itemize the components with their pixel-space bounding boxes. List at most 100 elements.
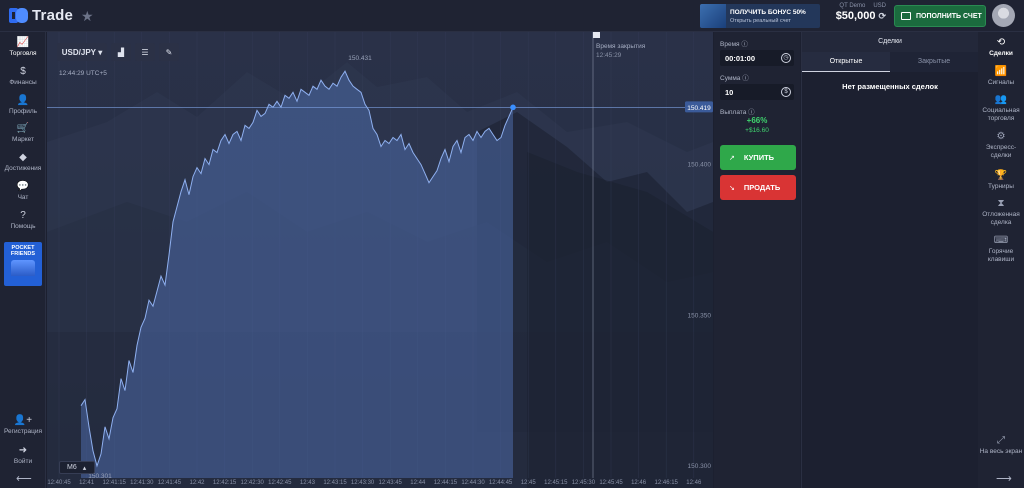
arrow-down-icon: ↘ bbox=[729, 184, 735, 192]
sell-button[interactable]: ↘ ПРОДАТЬ bbox=[720, 175, 796, 200]
deposit-button[interactable]: ПОПОЛНИТЬ СЧЕТ bbox=[894, 5, 986, 27]
close-time-value: 12:45:29 bbox=[596, 52, 622, 59]
nav-item-help[interactable]: ? Помощь bbox=[0, 210, 46, 230]
clock-icon[interactable]: ◷ bbox=[781, 53, 791, 63]
time-label: Время ⓘ bbox=[720, 41, 748, 48]
collapse-arrow-icon[interactable]: ⟵ bbox=[16, 472, 32, 485]
x-tick-label: 12:42:45 bbox=[268, 480, 292, 486]
brush-icon: ✎ bbox=[165, 47, 173, 57]
expand-arrow-icon[interactable]: ⟶ bbox=[996, 472, 1012, 485]
dollar-icon[interactable]: $ bbox=[781, 87, 791, 97]
diamond-icon: ◆ bbox=[19, 152, 27, 163]
hourglass-icon: ⧗ bbox=[997, 198, 1005, 209]
bonus-banner[interactable]: ПОЛУЧИТЬ БОНУС 50% Открыть реальный счет bbox=[700, 4, 820, 28]
nav-item-finance[interactable]: $ Финансы bbox=[0, 66, 46, 86]
nav-item-chat[interactable]: 💬 Чат bbox=[0, 181, 46, 201]
avatar[interactable] bbox=[992, 4, 1015, 27]
rnav-label: Горячие клавиши bbox=[987, 248, 1015, 263]
rnav-label: Турниры bbox=[988, 183, 1014, 190]
x-tick-label: 12:41:30 bbox=[130, 480, 154, 486]
buy-button[interactable]: ↗ КУПИТЬ bbox=[720, 145, 796, 170]
current-time: 12:44:29 UTC+5 bbox=[59, 70, 107, 77]
nav-label: Маркет bbox=[11, 136, 34, 143]
payout-percent: +66% bbox=[746, 116, 768, 125]
rnav-item-signals[interactable]: 📶 Сигналы bbox=[978, 66, 1024, 87]
refresh-icon[interactable]: ⟳ bbox=[878, 11, 886, 22]
nav-label: Финансы bbox=[9, 79, 37, 86]
timeframe-selector[interactable]: M6 ▴ bbox=[59, 461, 95, 474]
x-tick-label: 12:46:15 bbox=[655, 480, 679, 486]
rnav-label: Отложенная сделка bbox=[982, 211, 1020, 226]
x-tick-label: 12:44 bbox=[410, 480, 426, 486]
nav-label: Профиль bbox=[8, 108, 38, 115]
nav-item-login[interactable]: ➜ Войти bbox=[0, 445, 46, 465]
price-chart[interactable]: 150.400 150.350 150.300 12:40:45 12:41 12:41… bbox=[47, 32, 713, 488]
top-bar: Trade ★ ПОЛУЧИТЬ БОНУС 50% Открыть реаль… bbox=[0, 0, 1024, 32]
rnav-item-pending-deal[interactable]: ⧗ Отложенная сделка bbox=[978, 198, 1024, 226]
rnav-item-express-deals[interactable]: ⚙ Экспресс-сделки bbox=[978, 131, 1024, 159]
x-tick-label: 12:45:45 bbox=[599, 480, 623, 486]
amount-input[interactable]: 10 $ bbox=[720, 84, 794, 100]
nav-item-register[interactable]: 👤+ Регистрация bbox=[0, 415, 46, 435]
cart-icon: 🛒 bbox=[16, 123, 30, 134]
rnav-item-fullscreen[interactable]: ⤢ На весь экран bbox=[978, 435, 1024, 456]
nav-label: Регистрация bbox=[4, 428, 42, 435]
chart-type-button[interactable]: ▟ bbox=[111, 43, 131, 61]
chart-canvas: 150.400 150.350 150.300 12:40:45 12:41 12:41… bbox=[47, 32, 713, 488]
bonus-image bbox=[700, 4, 726, 28]
bonus-subtitle: Открыть реальный счет bbox=[730, 17, 791, 24]
favorite-star-icon[interactable]: ★ bbox=[81, 8, 94, 25]
close-time-label: Время закрытия bbox=[596, 43, 646, 50]
nav-item-trading[interactable]: 📈 Торговля bbox=[0, 37, 46, 57]
nav-item-achievements[interactable]: ◆ Достижения bbox=[0, 152, 46, 172]
no-deals-message: Нет размещенных сделок bbox=[842, 82, 938, 91]
timeframe-value: M6 bbox=[67, 464, 77, 471]
y-tick-label: 150.400 bbox=[688, 162, 712, 169]
rnav-item-social-trading[interactable]: 👥 Социальная торговля bbox=[978, 94, 1024, 122]
account-balance: $50,000 bbox=[835, 10, 876, 22]
x-tick-label: 12:43:30 bbox=[351, 480, 375, 486]
pocket-friends-promo[interactable]: POCKET FRIENDS bbox=[4, 242, 42, 286]
right-sidebar: ⟲ Сделки 📶 Сигналы 👥 Социальная торговля… bbox=[978, 32, 1024, 488]
logo[interactable]: Trade bbox=[9, 7, 73, 24]
time-value: 00:01:00 bbox=[725, 53, 756, 63]
nav-item-market[interactable]: 🛒 Маркет bbox=[0, 123, 46, 143]
current-price-dot bbox=[510, 104, 516, 111]
chat-icon: 💬 bbox=[16, 181, 30, 192]
user-plus-icon: 👤+ bbox=[13, 415, 33, 426]
deposit-label: ПОПОЛНИТЬ СЧЕТ bbox=[916, 12, 982, 20]
users-icon: 👥 bbox=[994, 94, 1008, 105]
account-type: QT Demo bbox=[839, 3, 866, 9]
promo-line-2: FRIENDS bbox=[10, 251, 36, 257]
asset-selector[interactable]: USD/JPY ▾ bbox=[57, 43, 107, 61]
x-tick-label: 12:40:45 bbox=[47, 480, 71, 486]
nav-item-profile[interactable]: 👤 Профиль bbox=[0, 95, 46, 115]
express-icon: ⚙ bbox=[996, 131, 1006, 142]
payout-label: Выплата ⓘ bbox=[720, 109, 755, 116]
dollar-icon: $ bbox=[20, 66, 26, 77]
left-sidebar: 📈 Торговля $ Финансы 👤 Профиль 🛒 Маркет … bbox=[0, 32, 46, 488]
asset-pair-label: USD/JPY bbox=[61, 47, 96, 57]
x-tick-label: 12:45:15 bbox=[544, 480, 568, 486]
info-icon: ⓘ bbox=[748, 109, 755, 116]
tab-closed-deals[interactable]: Закрытые bbox=[890, 52, 978, 72]
nav-label: Чат bbox=[17, 194, 29, 201]
account-switcher[interactable]: QT Demo USD $50,000 ⟳ bbox=[830, 3, 886, 22]
high-price-label: 150.431 bbox=[348, 55, 372, 62]
y-tick-label: 150.350 bbox=[688, 312, 712, 319]
rnav-item-deals[interactable]: ⟲ Сделки bbox=[978, 37, 1024, 58]
x-tick-label: 12:45:30 bbox=[572, 480, 596, 486]
drawing-button[interactable]: ✎ bbox=[159, 43, 179, 61]
login-icon: ➜ bbox=[18, 445, 28, 456]
rnav-label: Сигналы bbox=[987, 79, 1015, 86]
info-icon: ⓘ bbox=[741, 41, 748, 48]
rnav-label: Экспресс-сделки bbox=[985, 144, 1017, 159]
indicators-button[interactable]: ☰ bbox=[135, 43, 155, 61]
time-input[interactable]: 00:01:00 ◷ bbox=[720, 50, 794, 66]
tab-open-deals[interactable]: Открытые bbox=[802, 52, 890, 72]
rnav-item-hotkeys[interactable]: ⌨ Горячие клавиши bbox=[978, 235, 1024, 263]
rnav-item-tournaments[interactable]: 🏆 Турниры bbox=[978, 170, 1024, 191]
x-tick-label: 12:42 bbox=[189, 480, 205, 486]
y-tick-label: 150.300 bbox=[688, 463, 712, 470]
x-tick-label: 12:44:15 bbox=[434, 480, 458, 486]
